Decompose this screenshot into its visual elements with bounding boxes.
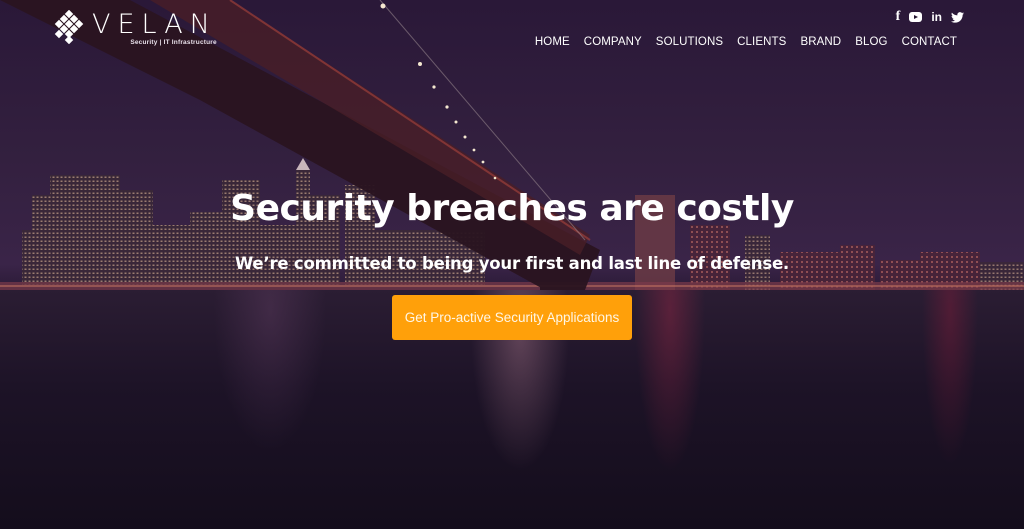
linkedin-icon[interactable]: in: [931, 10, 942, 24]
brand-name: VELAN: [92, 9, 217, 40]
nav-company[interactable]: COMPANY: [584, 36, 642, 48]
hero-subheadline: We’re committed to being your first and …: [234, 254, 790, 273]
logo[interactable]: VELAN Security | IT Infrastructure: [52, 10, 217, 46]
nav-brand[interactable]: BRAND: [800, 36, 841, 48]
diamond-logo-icon: [54, 10, 84, 44]
top-navigation: VELAN Security | IT Infrastructure f in …: [0, 0, 1024, 70]
social-links: f in: [896, 9, 964, 25]
nav-clients[interactable]: CLIENTS: [737, 36, 786, 48]
nav-home[interactable]: HOME: [535, 36, 570, 48]
twitter-icon[interactable]: [951, 11, 964, 23]
main-menu: HOME COMPANY SOLUTIONS CLIENTS BRAND BLO…: [535, 36, 957, 48]
nav-solutions[interactable]: SOLUTIONS: [656, 36, 723, 48]
cta-button[interactable]: Get Pro-active Security Applications: [392, 295, 632, 340]
facebook-icon[interactable]: f: [896, 9, 901, 25]
youtube-icon[interactable]: [909, 12, 923, 22]
nav-contact[interactable]: CONTACT: [902, 36, 957, 48]
nav-blog[interactable]: BLOG: [855, 36, 887, 48]
hero-headline: Security breaches are costly: [230, 188, 794, 229]
brand-tagline: Security | IT Infrastructure: [130, 39, 217, 46]
